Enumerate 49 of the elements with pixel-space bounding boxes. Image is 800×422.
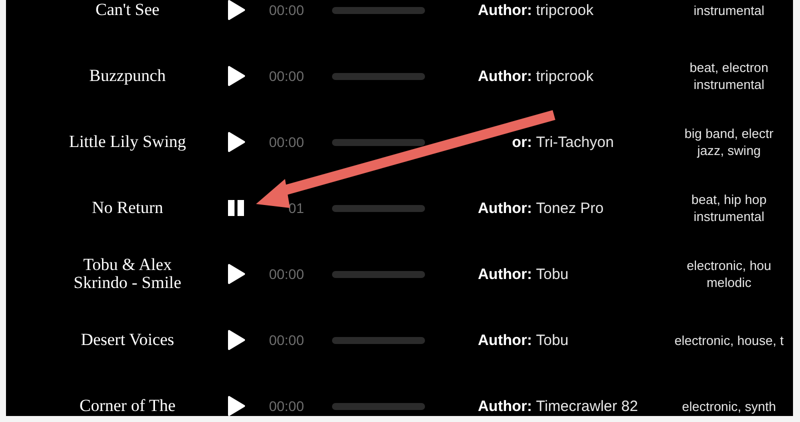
play-button[interactable] [226, 264, 246, 284]
track-tags: electronic, synth [665, 398, 793, 414]
play-button[interactable] [226, 0, 246, 20]
track-time: 00:00 [268, 266, 304, 282]
author-label: Author: [478, 68, 532, 84]
author-name: tripcrook [536, 68, 594, 84]
track-time: 00:00 [268, 398, 304, 414]
play-button[interactable] [226, 132, 246, 152]
track-title: Can't See [94, 1, 160, 19]
track-title: Corner of The [78, 397, 176, 415]
track-title: Little Lily Swing [68, 133, 188, 151]
track-time: 00:00 [268, 68, 304, 84]
author-label: Author: [478, 398, 532, 414]
author-label: Author: [478, 200, 532, 216]
author-label: or: [512, 134, 532, 150]
track-tags: beat, electron instrumental [665, 59, 793, 93]
author-name: tripcrook [536, 2, 594, 18]
track-title: Buzzpunch [88, 67, 167, 85]
play-button[interactable] [226, 330, 246, 350]
track-time: 01 [288, 200, 304, 216]
track-tags: electronic, house, t [665, 332, 793, 348]
track-time: 00:00 [268, 134, 304, 150]
track-title: Tobu & Alex Skrindo - Smile [72, 256, 182, 292]
author-label: Author: [478, 332, 532, 348]
track-tags: electronic, hou melodic [665, 257, 793, 291]
progress-track[interactable] [332, 336, 425, 344]
track-tags: instrumental [665, 2, 793, 18]
progress-track[interactable] [332, 402, 425, 410]
progress-track[interactable] [332, 72, 425, 80]
author-name: Tonez Pro [536, 200, 604, 216]
progress-track[interactable] [332, 270, 425, 278]
track-tags: big band, electr jazz, swing [665, 125, 793, 159]
author-label: Author: [478, 266, 532, 282]
progress-track[interactable] [332, 204, 425, 212]
author-name: Timecrawler 82 [536, 398, 638, 414]
progress-track[interactable] [332, 138, 425, 146]
author-name: Tri-Tachyon [536, 134, 614, 150]
pause-button[interactable] [226, 198, 246, 218]
play-button[interactable] [226, 66, 246, 86]
author-name: Tobu [536, 266, 569, 282]
author-label: Author: [478, 2, 532, 18]
play-button[interactable] [226, 396, 246, 416]
progress-track[interactable] [332, 6, 425, 14]
track-title: Desert Voices [80, 331, 176, 349]
track-time: 00:00 [268, 332, 304, 348]
track-time: 00:00 [268, 2, 304, 18]
track-tags: beat, hip hop instrumental [665, 191, 793, 225]
track-title: No Return [90, 199, 164, 217]
author-name: Tobu [536, 332, 569, 348]
